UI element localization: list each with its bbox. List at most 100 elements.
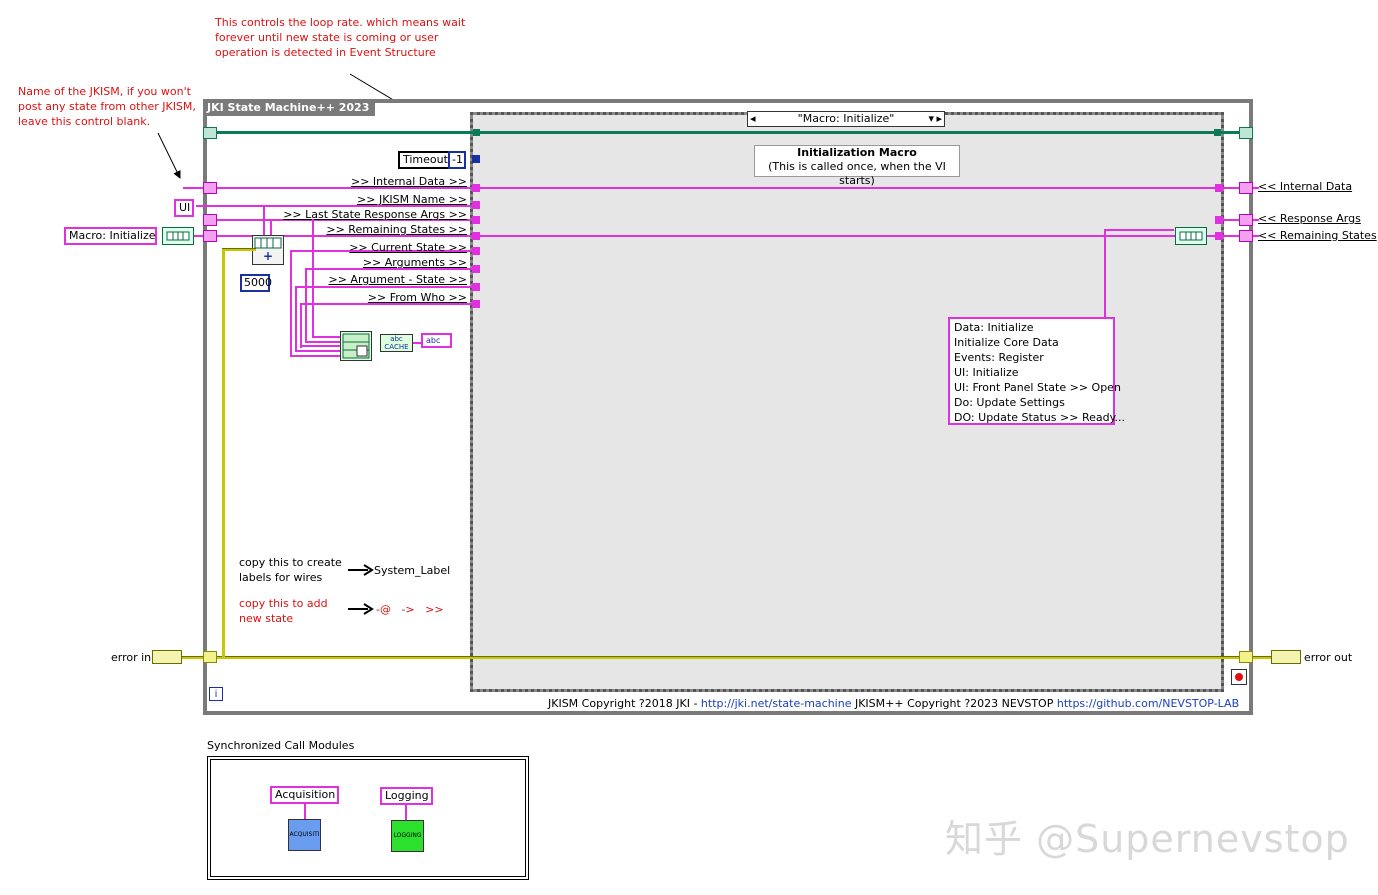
event-wire bbox=[216, 131, 1239, 134]
wire bbox=[300, 345, 340, 347]
note-line: copy this to create bbox=[239, 556, 342, 569]
jki-link[interactable]: http://jki.net/state-machine bbox=[701, 697, 852, 710]
case-comment: Initialization Macro (This is called onc… bbox=[754, 145, 960, 187]
chevron-down-icon[interactable]: ▾ bbox=[928, 112, 934, 126]
macro-initialize-constant[interactable]: Macro: Initialize bbox=[64, 227, 157, 245]
wire-label-current-state: >> Current State >> bbox=[349, 241, 467, 254]
labels-helper-note: copy this to create labels for wires bbox=[239, 555, 342, 585]
system-label[interactable]: System_Label bbox=[374, 564, 450, 577]
tunnel bbox=[472, 201, 480, 209]
states-out-wire bbox=[1207, 235, 1239, 237]
error-out-terminal[interactable] bbox=[1271, 650, 1301, 664]
shift-register-error-right bbox=[1239, 651, 1253, 663]
shift-register-right-top bbox=[1239, 127, 1253, 139]
copyright-line: JKISM Copyright ?2018 JKI - http://jki.n… bbox=[548, 697, 1239, 710]
wire-label-argument-state: >> Argument - State >> bbox=[328, 273, 467, 286]
timeout-constant[interactable]: -1 bbox=[448, 151, 466, 169]
parse-icon: + bbox=[254, 237, 282, 263]
wire bbox=[405, 804, 407, 821]
state-item: Events: Register bbox=[954, 351, 1044, 364]
acquisition-module[interactable]: ACQUISITI bbox=[288, 819, 321, 851]
wire bbox=[263, 205, 265, 235]
state-item: Do: Update Settings bbox=[954, 396, 1065, 409]
shift-register-internal-data bbox=[203, 182, 217, 194]
wire-label-arguments: >> Arguments >> bbox=[362, 256, 467, 269]
copyright-text: JKISM++ Copyright ?2023 NEVSTOP bbox=[851, 697, 1057, 710]
note-line: labels for wires bbox=[239, 571, 323, 584]
log-node[interactable] bbox=[340, 331, 372, 361]
state-item: UI: Front Panel State >> Open bbox=[954, 381, 1121, 394]
wire-label-last-response: >> Last State Response Args >> bbox=[283, 208, 467, 221]
stop-icon bbox=[1235, 673, 1243, 681]
output-internal-data: << Internal Data bbox=[1258, 180, 1353, 193]
array-icon bbox=[166, 231, 190, 241]
shift-register-left-top bbox=[203, 127, 217, 139]
wire bbox=[183, 187, 203, 189]
tunnel bbox=[472, 265, 480, 273]
string-cache-node[interactable]: abc CACHE bbox=[380, 334, 413, 352]
wire bbox=[295, 286, 297, 352]
case-next-arrow[interactable]: ▸ bbox=[936, 112, 942, 126]
tunnel bbox=[472, 216, 480, 224]
string-to-array-node[interactable] bbox=[162, 227, 194, 245]
error-in-label: error in bbox=[111, 651, 152, 664]
wire bbox=[1104, 229, 1106, 317]
wire bbox=[270, 219, 272, 235]
wire bbox=[413, 342, 421, 344]
wire bbox=[1104, 229, 1174, 231]
wire bbox=[304, 803, 306, 820]
tunnel bbox=[472, 232, 480, 240]
error-wire bbox=[1253, 656, 1271, 659]
state-item: DO: Update Status >> Ready... bbox=[954, 411, 1126, 424]
wire bbox=[312, 336, 340, 338]
shift-register-internal-data-right bbox=[1239, 182, 1253, 194]
shift-register-remaining-states-right bbox=[1239, 230, 1253, 242]
cache-text: CACHE bbox=[384, 343, 409, 351]
error-wire bbox=[222, 248, 256, 251]
tunnel bbox=[472, 283, 480, 291]
jkism-name-arrow bbox=[157, 132, 181, 179]
case-prev-arrow[interactable]: ◂ bbox=[750, 112, 756, 126]
shift-register-error-left bbox=[203, 651, 217, 663]
states-list-constant[interactable]: Data: Initialize Initialize Core Data Ev… bbox=[948, 317, 1126, 425]
output-response-args: << Response Args bbox=[1258, 212, 1361, 225]
wire bbox=[290, 355, 340, 357]
arrow-right-icon bbox=[348, 564, 374, 576]
wire bbox=[312, 219, 314, 338]
iteration-terminal: i bbox=[209, 687, 223, 701]
wire bbox=[290, 250, 292, 357]
tunnel bbox=[1215, 216, 1223, 224]
modules-inner-frame bbox=[210, 759, 526, 877]
wire bbox=[305, 268, 307, 343]
jkism-name-control[interactable]: UI bbox=[174, 199, 194, 217]
stop-terminal[interactable] bbox=[1231, 669, 1247, 685]
error-out-label: error out bbox=[1304, 651, 1353, 664]
array-build-node[interactable] bbox=[1175, 227, 1207, 245]
parse-state-node[interactable]: + bbox=[252, 235, 284, 265]
state-tokens[interactable]: -@ -> >> bbox=[376, 603, 444, 616]
timeout-label: Timeout bbox=[398, 151, 453, 169]
tunnel bbox=[1215, 184, 1223, 192]
tunnel bbox=[1215, 232, 1223, 240]
error-in-terminal[interactable] bbox=[152, 650, 182, 664]
tunnel bbox=[472, 184, 480, 192]
module-label-acquisition: Acquisition bbox=[270, 786, 339, 804]
error-wire-vertical bbox=[222, 248, 225, 658]
states-wire bbox=[480, 235, 1175, 237]
shift-register-response-args-right bbox=[1239, 214, 1253, 226]
string-indicator: abc bbox=[421, 333, 452, 348]
wire-label-remaining-states: >> Remaining States >> bbox=[326, 223, 467, 236]
tunnel bbox=[472, 247, 480, 255]
timeout-terminal bbox=[472, 155, 480, 163]
loop-label: JKI State Machine++ 2023 bbox=[203, 99, 376, 116]
error-wire bbox=[182, 656, 203, 659]
tunnel bbox=[1214, 129, 1221, 136]
state-item: Initialize Core Data bbox=[954, 336, 1059, 349]
nevstop-link[interactable]: https://github.com/NEVSTOP-LAB bbox=[1057, 697, 1239, 710]
array-icon bbox=[1179, 231, 1203, 241]
case-selector[interactable]: ◂ "Macro: Initialize" ▾ ▸ bbox=[747, 111, 945, 127]
logging-module[interactable]: LOGGING bbox=[391, 820, 424, 852]
timeout-5000-constant[interactable]: 5000 bbox=[240, 274, 272, 292]
shift-register-response-args bbox=[203, 214, 217, 226]
state-item: Data: Initialize bbox=[954, 321, 1034, 334]
